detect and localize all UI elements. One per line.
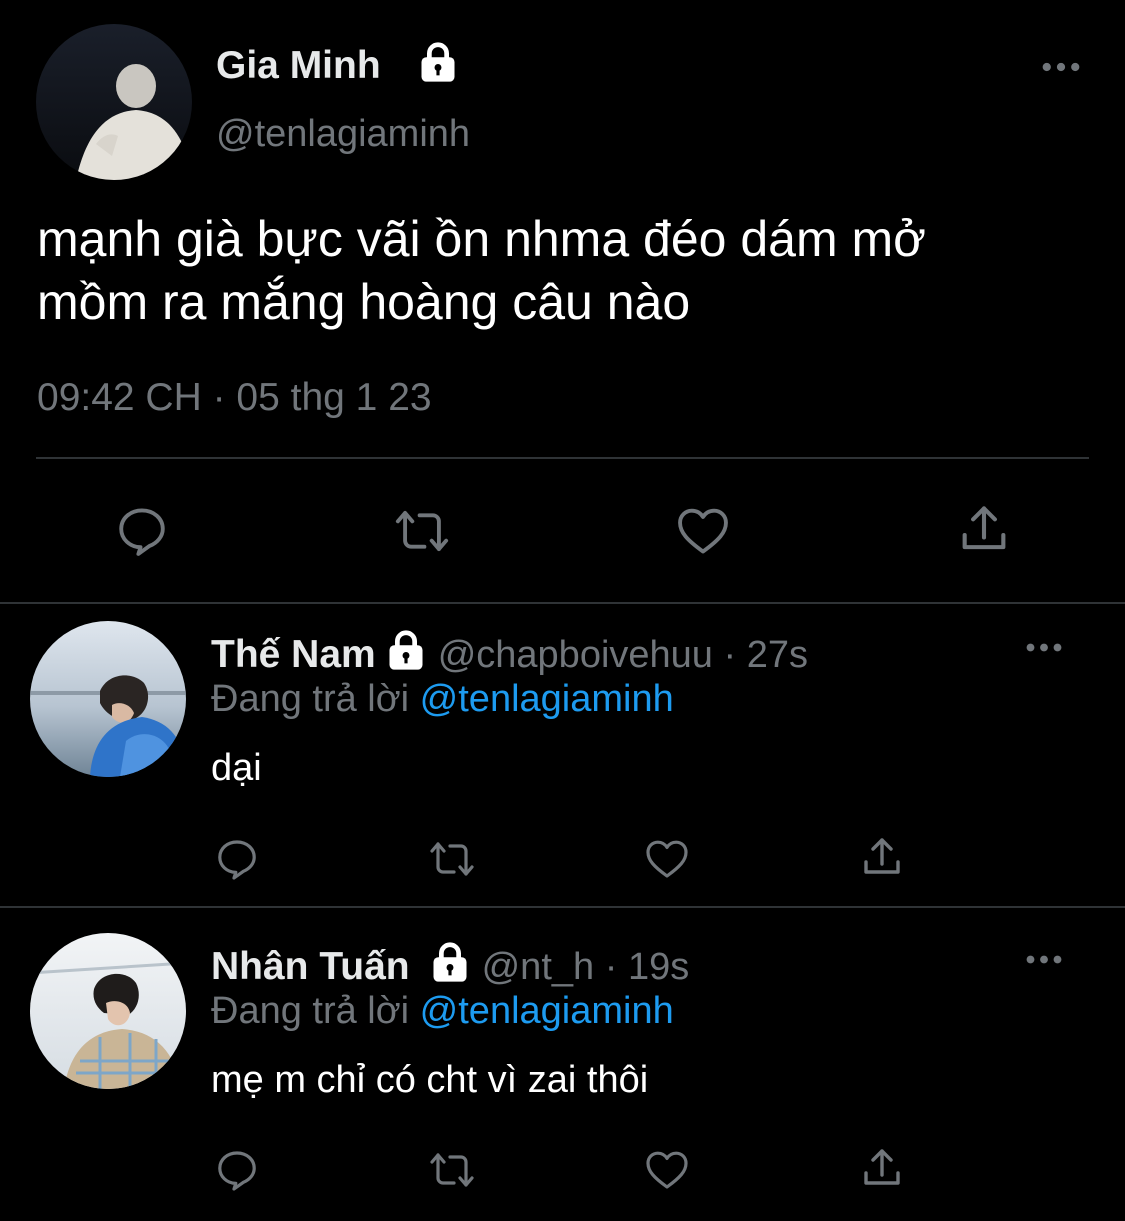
reply-header: Nhân Tuấn @nt_h · 19s bbox=[211, 940, 689, 994]
tweet-text: mạnh già bực vãi ồn nhma đéo dám mở mồm … bbox=[37, 208, 1097, 334]
more-icon[interactable] bbox=[1042, 60, 1080, 79]
user-handle[interactable]: @tenlagiaminh bbox=[216, 113, 470, 156]
replying-to: Đang trả lời @tenlagiaminh bbox=[211, 678, 674, 721]
reply-icon[interactable] bbox=[213, 835, 261, 888]
lock-icon bbox=[430, 940, 470, 994]
mention-link[interactable]: @tenlagiaminh bbox=[420, 990, 674, 1032]
display-name[interactable]: Gia Minh bbox=[216, 44, 381, 88]
share-icon[interactable] bbox=[858, 833, 906, 886]
divider bbox=[0, 906, 1125, 908]
separator-dot: · bbox=[712, 633, 747, 676]
retweet-icon[interactable] bbox=[389, 502, 455, 565]
avatar-image bbox=[30, 933, 186, 1089]
heart-icon[interactable] bbox=[674, 502, 732, 565]
separator-dot: · bbox=[594, 945, 628, 988]
avatar-image bbox=[36, 24, 192, 180]
replying-prefix: Đang trả lời bbox=[211, 678, 410, 720]
user-handle[interactable]: @chapboivehuu bbox=[438, 634, 713, 677]
divider bbox=[0, 602, 1125, 604]
reply-age[interactable]: 27s bbox=[747, 634, 808, 677]
display-name[interactable]: Nhân Tuấn bbox=[211, 945, 410, 989]
avatar[interactable] bbox=[30, 933, 186, 1089]
retweet-icon[interactable] bbox=[425, 1146, 479, 1199]
reply-icon[interactable] bbox=[213, 1146, 261, 1199]
mention-link[interactable]: @tenlagiaminh bbox=[420, 678, 674, 720]
divider bbox=[36, 457, 1089, 459]
display-name[interactable]: Thế Nam bbox=[211, 633, 376, 677]
retweet-icon[interactable] bbox=[425, 835, 479, 888]
share-icon[interactable] bbox=[858, 1144, 906, 1197]
reply-header: Thế Nam @chapboivehuu · 27s bbox=[211, 628, 808, 682]
avatar[interactable] bbox=[30, 621, 186, 777]
share-icon[interactable] bbox=[955, 500, 1013, 563]
reply-icon[interactable] bbox=[113, 502, 171, 565]
tweet-text-line: mồm ra mắng hoàng câu nào bbox=[37, 274, 691, 330]
avatar-image bbox=[30, 621, 186, 777]
more-icon[interactable] bbox=[1026, 641, 1062, 659]
lock-icon bbox=[416, 40, 460, 89]
more-icon[interactable] bbox=[1026, 953, 1062, 971]
replying-to: Đang trả lời @tenlagiaminh bbox=[211, 990, 674, 1033]
tweet-timestamp[interactable]: 09:42 CH · 05 thg 1 23 bbox=[37, 376, 432, 420]
reply-text: mẹ m chỉ có cht vì zai thôi bbox=[211, 1059, 649, 1101]
lock-icon bbox=[386, 628, 426, 682]
replying-prefix: Đang trả lời bbox=[211, 990, 410, 1032]
reply-age[interactable]: 19s bbox=[628, 946, 689, 989]
heart-icon[interactable] bbox=[643, 1146, 691, 1199]
avatar[interactable] bbox=[36, 24, 192, 180]
tweet-text-line: mạnh già bực vãi ồn nhma đéo dám mở bbox=[37, 211, 926, 267]
heart-icon[interactable] bbox=[643, 835, 691, 888]
reply-text: dại bbox=[211, 747, 262, 789]
user-handle[interactable]: @nt_h bbox=[482, 946, 595, 989]
